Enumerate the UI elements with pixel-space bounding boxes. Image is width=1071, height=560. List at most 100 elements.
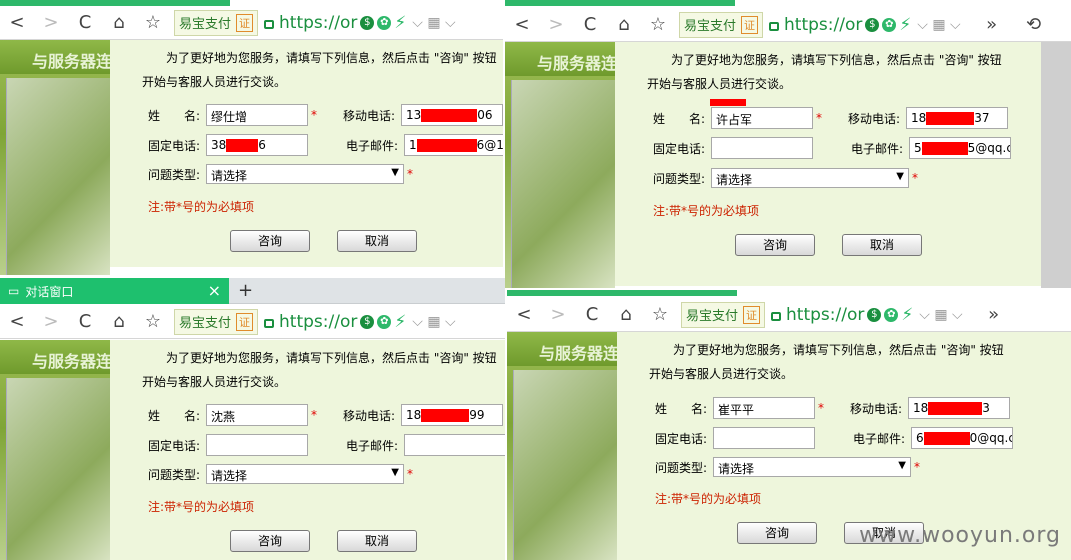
row-phone-email: 固定电话: 电子邮件: 6 0@qq.c	[655, 427, 1013, 449]
home-icon[interactable]: ⌂	[609, 304, 643, 325]
phone-field[interactable]	[713, 427, 815, 449]
reload-icon[interactable]: C	[573, 14, 607, 35]
type-label: 问题类型:	[653, 171, 706, 186]
back-icon[interactable]: <	[505, 14, 539, 35]
browser-window-1: < > C ⌂ ☆ 易宝支付证 https://or $ ✿ ⚡ ⌵ ▦ ⌵ 与服务器…	[0, 0, 503, 275]
back-icon[interactable]: <	[507, 304, 541, 325]
lightning-icon[interactable]: ⚡	[899, 15, 911, 35]
email-field[interactable]: 1 6@12	[404, 134, 503, 156]
back-icon[interactable]: <	[0, 12, 34, 33]
consult-button[interactable]: 咨询	[735, 234, 815, 256]
payment-extension[interactable]: 易宝支付证	[679, 11, 764, 38]
phone-field[interactable]	[711, 137, 813, 159]
refresh-extension-icon[interactable]: ✿	[377, 15, 392, 30]
cancel-button[interactable]: 取消	[337, 530, 417, 552]
chat-icon: ▭	[8, 284, 20, 298]
payment-extension[interactable]: 易宝支付证	[174, 9, 259, 36]
home-icon[interactable]: ⌂	[607, 14, 641, 35]
more-icon[interactable]: »	[975, 14, 1009, 35]
cancel-button[interactable]: 取消	[842, 234, 922, 256]
name-field[interactable]: 崔平平	[713, 397, 815, 419]
question-type-select[interactable]: 请选择 ▼	[206, 464, 404, 484]
mobile-field[interactable]: 18 37	[906, 107, 1008, 129]
required-mark: *	[407, 467, 413, 481]
email-field[interactable]: 6 0@qq.c	[911, 427, 1013, 449]
reload-icon[interactable]: C	[575, 304, 609, 325]
row-name-mobile: 姓 名: 沈燕 * 移动电话: 18 99	[148, 404, 503, 426]
cancel-button[interactable]: 取消	[337, 230, 417, 252]
refresh-extension-icon[interactable]: ✿	[377, 314, 392, 329]
shield-icon: $	[360, 15, 375, 30]
lock-icon	[771, 312, 782, 321]
forward-icon[interactable]: >	[541, 304, 575, 325]
refresh-extension-icon[interactable]: ✿	[884, 307, 899, 322]
address-bar[interactable]: https://or $ ✿ ⚡	[264, 312, 406, 332]
required-note: 注:带*号的为必填项	[148, 500, 255, 514]
home-icon[interactable]: ⌂	[102, 12, 136, 33]
page-left-sidebar: 与服务器连	[507, 332, 619, 560]
name-field[interactable]: 沈燕	[206, 404, 308, 426]
row-type: 问题类型: 请选择 ▼ *	[655, 457, 920, 477]
url-text: https://or	[279, 12, 358, 33]
mobile-field[interactable]: 18 99	[401, 404, 503, 426]
row-name-mobile: 姓 名: 崔平平 * 移动电话: 18 3	[655, 397, 1010, 419]
email-field[interactable]	[404, 434, 505, 456]
phone-field[interactable]	[206, 434, 308, 456]
tab-chat-window[interactable]: ▭ 对话窗口 ×	[0, 278, 229, 304]
required-note: 注:带*号的为必填项	[653, 204, 760, 218]
loading-bar	[507, 290, 737, 296]
lightning-icon[interactable]: ⚡	[901, 305, 913, 325]
name-field[interactable]: 许占军	[711, 107, 813, 129]
phone-field[interactable]: 38 6	[206, 134, 308, 156]
address-bar[interactable]: https://or $ ✿ ⚡	[264, 13, 406, 33]
reload-icon[interactable]: C	[68, 311, 102, 332]
close-icon[interactable]: ×	[208, 281, 221, 300]
page-background	[513, 370, 617, 560]
favorite-star-icon[interactable]: ☆	[643, 304, 677, 325]
address-bar[interactable]: https://or $ ✿ ⚡	[769, 15, 911, 35]
ext-label: 易宝支付	[179, 17, 232, 32]
mobile-prefix: 18	[911, 111, 927, 125]
consult-button[interactable]: 咨询	[230, 230, 310, 252]
more-icon[interactable]: »	[977, 304, 1011, 325]
question-type-select[interactable]: 请选择 ▼	[711, 168, 909, 188]
address-bar[interactable]: https://or $ ✿ ⚡	[771, 305, 913, 325]
back-icon[interactable]: <	[0, 311, 34, 332]
lightning-icon[interactable]: ⚡	[394, 312, 406, 332]
mobile-field[interactable]: 18 3	[908, 397, 1010, 419]
name-field[interactable]: 缪仕增	[206, 104, 308, 126]
forward-icon[interactable]: >	[34, 12, 68, 33]
new-tab-button[interactable]: +	[238, 280, 253, 301]
reload-icon[interactable]: C	[68, 12, 102, 33]
dropdown-chevron-icon[interactable]: ⌵ ▦ ⌵	[917, 17, 960, 33]
mobile-field[interactable]: 13 06	[401, 104, 503, 126]
forward-icon[interactable]: >	[539, 14, 573, 35]
forward-icon[interactable]: >	[34, 311, 68, 332]
favorite-star-icon[interactable]: ☆	[136, 311, 170, 332]
lightning-icon[interactable]: ⚡	[394, 13, 406, 33]
question-type-select[interactable]: 请选择 ▼	[206, 164, 404, 184]
refresh-extension-icon[interactable]: ✿	[882, 17, 897, 32]
favorite-star-icon[interactable]: ☆	[641, 14, 675, 35]
phone-label: 固定电话:	[655, 431, 708, 446]
home-icon[interactable]: ⌂	[102, 311, 136, 332]
page-left-sidebar: 与服务器连	[0, 340, 112, 560]
dropdown-chevron-icon[interactable]: ⌵ ▦ ⌵	[412, 15, 455, 31]
dropdown-chevron-icon[interactable]: ⌵ ▦ ⌵	[412, 314, 455, 330]
shield-icon: $	[865, 17, 880, 32]
dropdown-chevron-icon[interactable]: ⌵ ▦ ⌵	[919, 307, 962, 323]
redaction	[926, 112, 975, 125]
page-background	[6, 378, 110, 560]
payment-extension[interactable]: 易宝支付证	[681, 301, 766, 328]
chevron-down-icon: ▼	[391, 467, 399, 478]
consult-button[interactable]: 咨询	[737, 522, 817, 544]
intro-line-1: 为了更好地为您服务，请填写下列信息，然后点击 "咨询" 按钮	[671, 53, 1002, 67]
favorite-star-icon[interactable]: ☆	[136, 12, 170, 33]
email-suffix: 5@qq.c	[967, 141, 1011, 155]
question-type-select[interactable]: 请选择 ▼	[713, 457, 911, 477]
payment-extension[interactable]: 易宝支付证	[174, 308, 259, 335]
email-suffix: 6@12	[476, 138, 503, 152]
undo-icon[interactable]: ⟲	[1017, 14, 1051, 35]
email-field[interactable]: 5 5@qq.c	[909, 137, 1011, 159]
consult-button[interactable]: 咨询	[230, 530, 310, 552]
